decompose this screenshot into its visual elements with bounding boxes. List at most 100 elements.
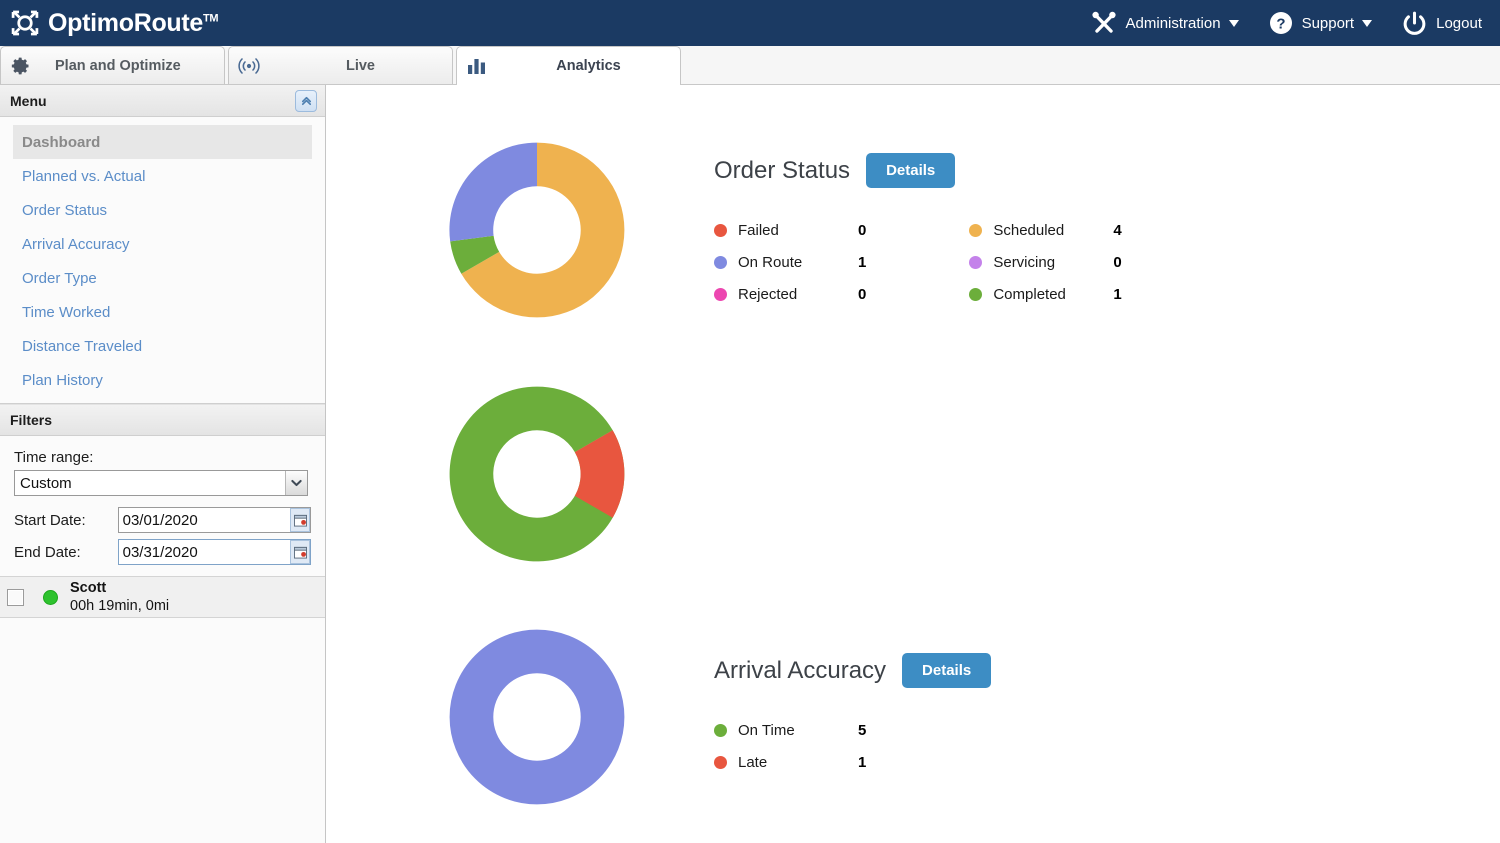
sidebar-item-label: Order Type — [22, 269, 97, 287]
sidebar-item-label: Dashboard — [22, 133, 101, 151]
trademark-mark: TM — [203, 12, 219, 25]
legend-label: Late — [738, 753, 768, 771]
driver-stats: 00h 19min, 0mi — [70, 598, 170, 614]
legend-item-scheduled: Scheduled 4 — [969, 214, 1122, 246]
legend-label: On Time — [738, 721, 795, 739]
sidebar-item-planned-vs-actual[interactable]: Planned vs. Actual — [13, 159, 312, 193]
sidebar-item-order-type[interactable]: Order Type — [13, 261, 312, 295]
arrival-accuracy-donut-svg — [449, 386, 625, 562]
order-status-legend: Failed 0 On Route 1 Rejected 0 Scheduled… — [714, 214, 1122, 310]
arrival-accuracy-details-button[interactable]: Details — [902, 653, 992, 688]
legend-column: On Time 5 Late 1 — [714, 714, 866, 778]
donut-slice-on-route — [449, 142, 537, 242]
driver-info: Scott 00h 19min, 0mi — [70, 579, 169, 615]
chevron-down-icon — [1228, 19, 1239, 27]
legend-label: Servicing — [993, 253, 1056, 271]
gear-icon — [1, 56, 41, 76]
chevron-down-icon[interactable] — [285, 471, 307, 495]
time-range-label: Time range: — [14, 449, 94, 466]
start-date-label: Start Date: — [14, 511, 86, 529]
logout-label: Logout — [1436, 14, 1482, 32]
end-date-input[interactable] — [117, 539, 311, 565]
sidebar-item-plan-history[interactable]: Plan History — [13, 363, 312, 397]
legend-dot — [714, 723, 727, 737]
chevron-down-icon — [1362, 19, 1373, 27]
sidebar-item-label: Time Worked — [22, 303, 111, 321]
legend-item-servicing: Servicing 0 — [969, 246, 1122, 278]
sidebar-item-order-status[interactable]: Order Status — [13, 193, 312, 227]
logout-button[interactable]: Logout — [1402, 11, 1482, 36]
start-date-input[interactable] — [117, 507, 311, 533]
tab-plan-and-optimize[interactable]: Plan and Optimize — [0, 46, 225, 84]
filters-body: Time range: Custom Start Date: 03/01/202… — [0, 436, 325, 618]
legend-value: 0 — [1113, 253, 1122, 271]
sidebar-item-label: Arrival Accuracy — [22, 235, 130, 253]
support-menu[interactable]: ? Support — [1269, 11, 1373, 35]
menu-header-label: Menu — [10, 92, 47, 109]
start-date-field-wrap — [117, 507, 311, 533]
legend-dot — [969, 255, 983, 269]
driver-list-item[interactable]: Scott 00h 19min, 0mi — [0, 576, 325, 618]
tab-analytics-label: Analytics — [556, 57, 621, 74]
legend-value: 5 — [858, 721, 867, 739]
end-date-label: End Date: — [14, 543, 81, 561]
legend-value: 1 — [858, 253, 867, 271]
legend-label: Failed — [738, 221, 779, 239]
sidebar-item-distance-traveled[interactable]: Distance Traveled — [13, 329, 312, 363]
order-status-details-button[interactable]: Details — [866, 153, 956, 188]
help-circle-icon: ? — [1269, 11, 1293, 35]
administration-menu[interactable]: Administration — [1091, 11, 1239, 35]
end-date-field-wrap — [117, 539, 311, 565]
legend-value: 1 — [858, 753, 867, 771]
legend-dot — [969, 223, 983, 237]
start-date-row: Start Date: — [0, 504, 325, 536]
power-icon — [1402, 11, 1427, 36]
tab-analytics[interactable]: Analytics — [456, 46, 681, 85]
legend-item-on-time: On Time 5 — [714, 714, 866, 746]
legend-dot — [714, 287, 727, 301]
driver-checkbox[interactable] — [7, 588, 24, 606]
menu-panel-header: Menu — [0, 85, 325, 117]
legend-value: 0 — [858, 285, 867, 303]
legend-label: Scheduled — [993, 221, 1065, 239]
legend-value: 0 — [858, 221, 867, 239]
time-range-select[interactable]: Custom — [14, 470, 308, 496]
calendar-icon[interactable] — [290, 508, 310, 532]
sidebar-item-label: Order Status — [22, 201, 108, 219]
order-type-donut-chart — [442, 622, 632, 817]
calendar-icon[interactable] — [290, 540, 310, 564]
arrival-accuracy-info: Arrival Accuracy Details On Time 5 Late … — [714, 653, 992, 778]
legend-dot — [969, 287, 983, 301]
legend-label: On Route — [738, 253, 803, 271]
optimoroute-logo-icon — [11, 10, 39, 36]
legend-item-failed: Failed 0 — [714, 214, 866, 246]
sidebar-item-label: Planned vs. Actual — [22, 167, 146, 185]
main-content-area: Order Status Details Failed 0 On Route 1 — [327, 85, 1500, 843]
left-sidebar: Menu Dashboard Planned vs. Actual Order … — [0, 85, 326, 843]
bar-chart-icon — [457, 56, 497, 75]
legend-column: Failed 0 On Route 1 Rejected 0 — [714, 214, 866, 310]
sidebar-menu-list: Dashboard Planned vs. Actual Order Statu… — [0, 117, 325, 404]
support-label: Support — [1301, 14, 1355, 32]
tab-live-label: Live — [345, 57, 375, 74]
sidebar-item-arrival-accuracy[interactable]: Arrival Accuracy — [13, 227, 312, 261]
order-status-info: Order Status Details Failed 0 On Route 1 — [714, 153, 1122, 310]
time-range-select-value[interactable]: Custom — [14, 470, 308, 496]
sidebar-item-time-worked[interactable]: Time Worked — [13, 295, 312, 329]
legend-column: Scheduled 4 Servicing 0 Completed 1 — [969, 214, 1122, 310]
top-navigation: Administration ? Support Logout — [1061, 11, 1500, 36]
top-header-bar: OptimoRouteTM Administration ? Support L… — [0, 0, 1500, 46]
legend-item-on-route: On Route 1 — [714, 246, 866, 278]
legend-dot — [714, 755, 727, 769]
sidebar-item-label: Distance Traveled — [22, 337, 143, 355]
legend-value: 1 — [1113, 285, 1122, 303]
sidebar-item-dashboard[interactable]: Dashboard — [13, 125, 312, 159]
tab-live[interactable]: Live — [228, 46, 453, 84]
menu-collapse-button[interactable] — [295, 89, 317, 112]
arrival-accuracy-title-row: Arrival Accuracy Details — [714, 653, 992, 688]
legend-dot — [714, 223, 727, 237]
legend-label: Completed — [993, 285, 1066, 303]
legend-item-rejected: Rejected 0 — [714, 278, 866, 310]
order-status-title-row: Order Status Details — [714, 153, 1122, 188]
brand-logo-group[interactable]: OptimoRouteTM — [0, 6, 219, 40]
